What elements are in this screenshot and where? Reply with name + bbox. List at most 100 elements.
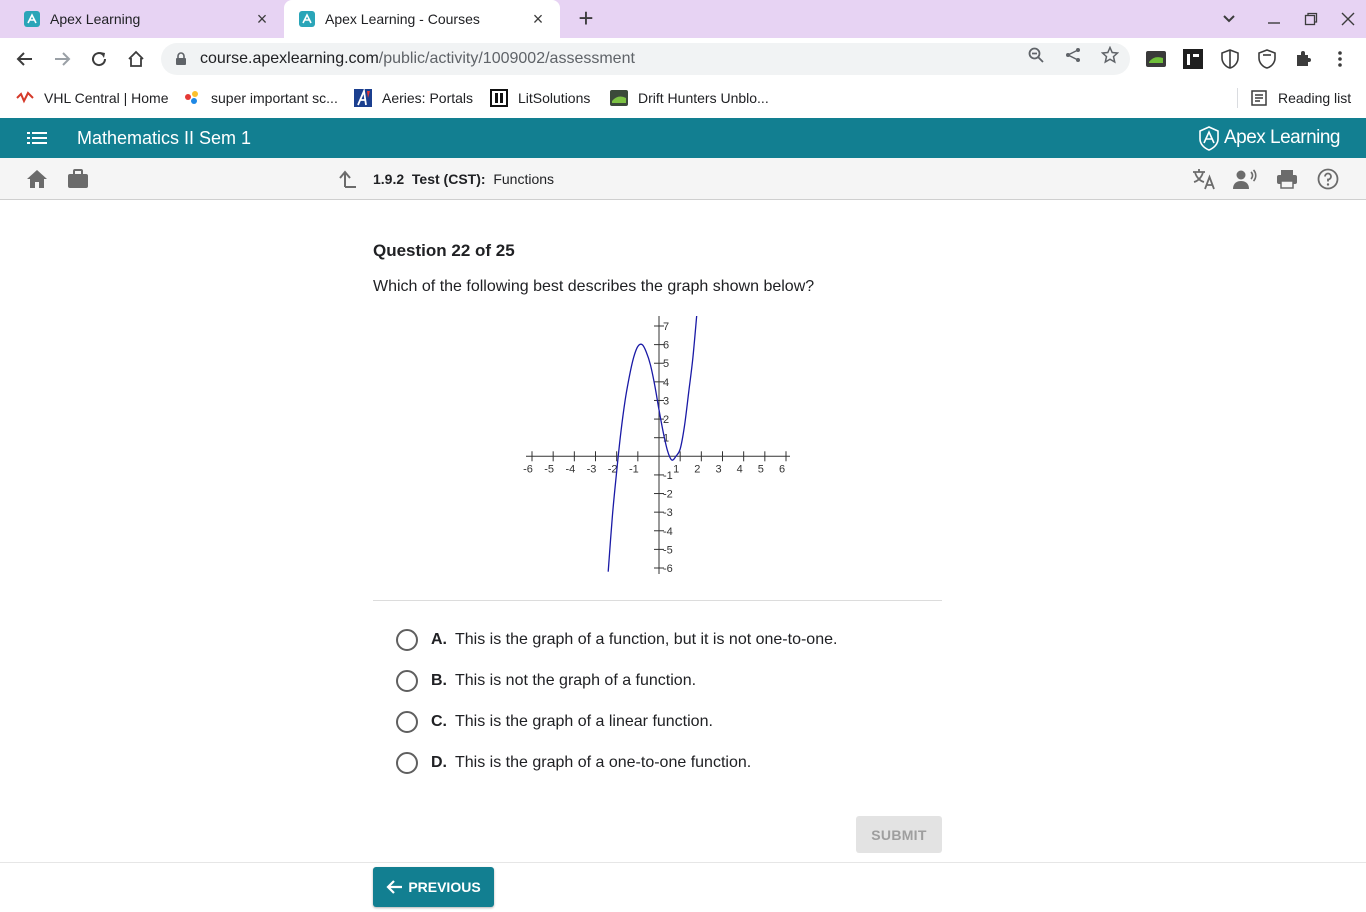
activity-title: Functions <box>493 171 555 187</box>
new-tab-plus-icon[interactable]: + <box>574 5 598 31</box>
browser-toolbar: course.apexlearning.com/public/activity/… <box>0 38 1366 80</box>
bookmark-label: VHL Central | Home <box>44 90 169 106</box>
reading-list-icon <box>1250 89 1268 107</box>
y-tick-label: 7 <box>663 321 669 333</box>
reading-list[interactable]: Reading list <box>1250 88 1351 108</box>
lit-icon <box>490 89 508 107</box>
answer-choice-d[interactable]: D. This is the graph of a one-to-one fun… <box>396 751 751 775</box>
tab-apex-learning[interactable]: Apex Learning × <box>0 0 284 38</box>
bookmark-litsolutions[interactable]: LitSolutions <box>490 88 590 108</box>
radio-button[interactable] <box>396 711 418 733</box>
close-tab-icon[interactable]: × <box>530 10 546 28</box>
brand-name: Apex Learning <box>1223 127 1341 148</box>
radio-button[interactable] <box>396 629 418 651</box>
activity-type: Test (CST): <box>411 171 486 187</box>
lock-icon[interactable] <box>175 52 189 66</box>
briefcase-icon[interactable] <box>66 167 90 191</box>
print-icon[interactable] <box>1275 167 1299 191</box>
activity-breadcrumb: 1.9.2 Test (CST): Functions <box>373 171 554 187</box>
x-tick-label: 3 <box>715 463 721 475</box>
answer-choice-c[interactable]: C. This is the graph of a linear functio… <box>396 710 713 734</box>
y-tick-label: -4 <box>663 526 673 538</box>
bookmark-divider <box>1237 88 1238 108</box>
bookmark-super-important[interactable]: super important sc... <box>183 88 338 108</box>
bookmarks-bar: VHL Central | Home super important sc...… <box>0 80 1366 116</box>
question-number: Question 22 of 25 <box>373 241 515 260</box>
footer-divider <box>0 862 1366 863</box>
bookmark-vhl-central[interactable]: VHL Central | Home <box>16 88 169 108</box>
choice-letter: D. <box>431 754 447 771</box>
bookmark-label: super important sc... <box>211 90 338 106</box>
previous-button[interactable]: PREVIOUS <box>373 867 494 907</box>
y-tick-label: -3 <box>663 507 673 519</box>
address-bar[interactable]: course.apexlearning.com/public/activity/… <box>161 43 1130 75</box>
reload-icon[interactable] <box>87 47 111 71</box>
answer-choice-b[interactable]: B. This is not the graph of a function. <box>396 669 696 693</box>
close-tab-icon[interactable]: × <box>254 10 270 28</box>
sparkle-icon <box>183 89 201 107</box>
x-tick-label: 2 <box>694 463 700 475</box>
restore-icon[interactable] <box>1300 8 1322 30</box>
submit-button[interactable]: SUBMIT <box>856 816 942 853</box>
tab-strip: Apex Learning × Apex Learning - Courses … <box>0 0 1366 38</box>
bookmark-star-icon[interactable] <box>1101 46 1119 64</box>
game-icon <box>610 89 628 107</box>
answer-choice-a[interactable]: A. This is the graph of a function, but … <box>396 628 837 652</box>
previous-label: PREVIOUS <box>408 879 481 895</box>
translate-icon[interactable] <box>1192 167 1216 191</box>
bookmark-drift-hunters[interactable]: Drift Hunters Unblo... <box>610 88 769 108</box>
x-tick-label: 5 <box>758 463 764 475</box>
y-tick-label: -5 <box>663 544 673 556</box>
zoom-icon[interactable] <box>1027 46 1045 64</box>
activity-number: 1.9.2 <box>373 171 405 187</box>
help-icon[interactable] <box>1316 167 1340 191</box>
minimize-icon[interactable] <box>1263 8 1285 30</box>
url-path: /public/activity/1009002/assessment <box>378 50 635 67</box>
function-graph: -6 -5 -4 -3 -2 -1 1 2 3 4 5 6-6-5-4-3-2-11234567 <box>523 316 790 575</box>
home-icon[interactable] <box>25 167 49 191</box>
radio-button[interactable] <box>396 670 418 692</box>
radio-button[interactable] <box>396 752 418 774</box>
up-level-arrow-icon[interactable] <box>335 167 359 191</box>
tab-title: Apex Learning - Courses <box>325 11 480 27</box>
choice-letter: C. <box>431 713 447 730</box>
y-tick-label: -2 <box>663 489 673 501</box>
y-tick-label: 4 <box>663 377 669 389</box>
text-to-speech-icon[interactable] <box>1233 167 1257 191</box>
y-tick-label: -1 <box>663 470 673 482</box>
close-window-icon[interactable] <box>1337 8 1359 30</box>
game-extension-icon[interactable] <box>1146 49 1166 69</box>
hamburger-menu-icon[interactable] <box>27 129 47 147</box>
y-tick-label: -6 <box>663 563 673 575</box>
course-title[interactable]: Mathematics II Sem 1 <box>77 128 251 149</box>
bookmark-label: Aeries: Portals <box>382 90 474 106</box>
share-icon[interactable] <box>1064 46 1082 64</box>
y-tick-label: 3 <box>663 395 669 407</box>
x-tick-label: 1 <box>673 463 679 475</box>
tab-apex-learning-courses[interactable]: Apex Learning - Courses × <box>284 0 560 38</box>
y-tick-label: 5 <box>663 358 669 370</box>
x-tick-label: -5 <box>544 463 554 475</box>
aeries-icon <box>354 89 372 107</box>
activity-toolbar: 1.9.2 Test (CST): Functions <box>0 158 1366 200</box>
choice-text: This is the graph of a linear function. <box>455 713 713 730</box>
puzzle-extensions-icon[interactable] <box>1293 49 1313 69</box>
shield-outline-extension-icon[interactable] <box>1257 49 1277 69</box>
choice-letter: A. <box>431 631 447 648</box>
home-icon[interactable] <box>124 47 148 71</box>
question-prompt: Which of the following best describes th… <box>373 278 815 295</box>
tab-search-chevron-icon[interactable] <box>1218 8 1240 30</box>
bookmark-aeries-portals[interactable]: Aeries: Portals <box>354 88 473 108</box>
bookmark-label: LitSolutions <box>518 90 591 106</box>
dark-extension-icon[interactable] <box>1183 49 1203 69</box>
choice-letter: B. <box>431 672 447 689</box>
kebab-menu-icon[interactable] <box>1330 49 1350 69</box>
apex-favicon-icon <box>299 11 315 27</box>
choice-text: This is the graph of a function, but it … <box>455 631 838 648</box>
back-arrow-icon[interactable] <box>13 47 37 71</box>
bookmark-label: Drift Hunters Unblo... <box>638 90 769 106</box>
function-curve <box>607 316 698 572</box>
y-tick-label: 2 <box>663 414 669 426</box>
forward-arrow-icon[interactable] <box>50 47 74 71</box>
shield-extension-icon[interactable] <box>1220 49 1240 69</box>
